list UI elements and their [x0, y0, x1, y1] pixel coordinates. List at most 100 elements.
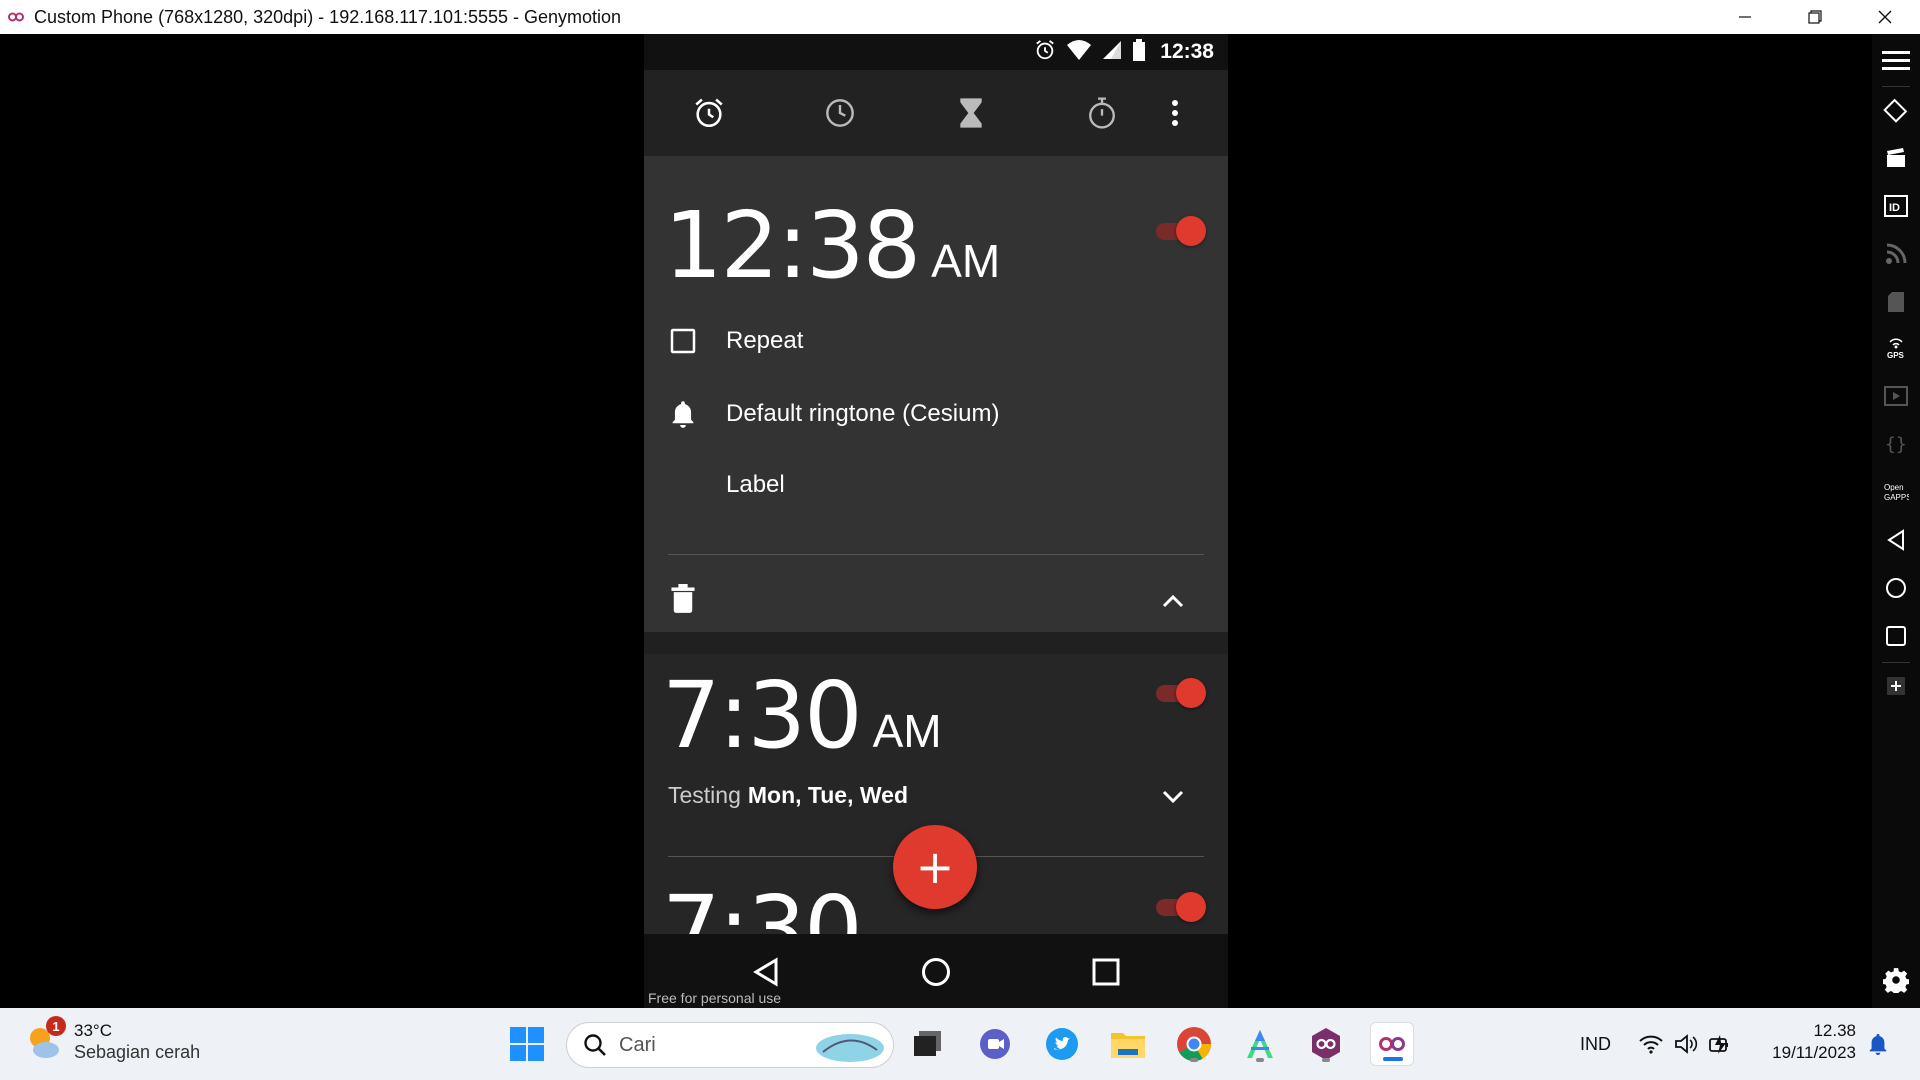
taskbar: 1 33°C Sebagian cerah Cari IND 12.38 19/…	[0, 1008, 1920, 1080]
expand-button[interactable]	[1158, 782, 1216, 812]
notifications-button[interactable]	[1858, 1022, 1898, 1066]
clock-time: 12.38	[1813, 1021, 1856, 1040]
chrome-button[interactable]	[1172, 1022, 1216, 1066]
alarm-toggle[interactable]	[1154, 216, 1206, 246]
alarm-toggle[interactable]	[1154, 892, 1206, 922]
repeat-checkbox[interactable]	[668, 326, 698, 356]
search-input[interactable]: Cari	[566, 1022, 894, 1068]
svg-text:GAPPS: GAPPS	[1884, 493, 1909, 502]
clock-tab[interactable]	[817, 90, 863, 136]
genymotion-sidebar: ID GPS {} Open GAPPS	[1872, 34, 1920, 1008]
back-icon	[1887, 529, 1904, 551]
running-indicator	[1322, 1058, 1330, 1062]
window-titlebar: Custom Phone (768x1280, 320dpi) - 192.16…	[0, 0, 1920, 34]
weather-temp: 33°C	[74, 1021, 112, 1040]
label-field: Label	[726, 471, 785, 498]
collapse-button[interactable]	[1158, 586, 1216, 616]
system-tray[interactable]	[1638, 1008, 1734, 1080]
back-button[interactable]	[1880, 524, 1912, 556]
more-options-button[interactable]	[1160, 90, 1190, 136]
settings-button[interactable]	[1880, 964, 1912, 996]
status-time: 12:38	[1160, 40, 1214, 63]
clock-toolbar	[644, 70, 1228, 156]
alarm-time[interactable]: 7:30 AM	[662, 670, 942, 762]
home-icon	[1886, 578, 1906, 598]
twitter-app-button[interactable]	[1040, 1022, 1084, 1066]
alarm-clock-icon	[695, 98, 723, 128]
nav-recents-button[interactable]	[1086, 952, 1126, 992]
alarm-toggle[interactable]	[1154, 678, 1206, 708]
genymotion-player-button[interactable]	[1370, 1022, 1414, 1066]
genymotion-logo-icon	[8, 9, 24, 25]
delete-button[interactable]	[668, 584, 726, 614]
battery-icon	[1132, 38, 1146, 66]
alarm-tab[interactable]	[686, 90, 732, 136]
toggle-thumb	[1176, 892, 1206, 922]
nav-home-button[interactable]	[916, 952, 956, 992]
sim-icon	[1888, 292, 1904, 312]
watermark: Free for personal use	[648, 990, 782, 1006]
svg-text:Open: Open	[1884, 483, 1904, 492]
running-indicator	[1256, 1058, 1264, 1062]
gps-button[interactable]: GPS	[1880, 332, 1912, 364]
alarm-summary-row[interactable]: Testing Mon, Tue, Wed	[668, 782, 908, 809]
status-bar: 12:38	[644, 34, 1228, 70]
restore-button[interactable]	[1780, 0, 1850, 34]
svg-text:{}: {}	[1885, 434, 1907, 455]
hamburger-icon	[1882, 51, 1910, 70]
open-gapps-button[interactable]: Open GAPPS	[1880, 476, 1912, 508]
gps-icon: GPS	[1887, 338, 1905, 360]
film-icon	[1884, 386, 1908, 406]
minimize-button[interactable]	[1710, 0, 1780, 34]
alarm-card-expanded[interactable]: 12:38 AM Repeat Default ringtone (Cesium)	[644, 156, 1228, 632]
alarm-time-value: 7:30	[662, 662, 863, 769]
meet-app-button[interactable]	[974, 1022, 1018, 1066]
stopwatch-icon	[1089, 97, 1115, 129]
alarm-label: Testing	[668, 782, 741, 808]
timer-tab[interactable]	[948, 90, 994, 136]
capture-button[interactable]	[1880, 142, 1912, 174]
input-language[interactable]: IND	[1580, 1034, 1611, 1055]
home-button[interactable]	[1880, 572, 1912, 604]
search-icon	[584, 1034, 606, 1056]
api-button[interactable]: {}	[1880, 428, 1912, 460]
notification-bell-icon	[1869, 1033, 1887, 1055]
signal-icon	[1102, 40, 1122, 65]
device-id-button[interactable]: ID	[1880, 190, 1912, 222]
weather-widget[interactable]: 1 33°C Sebagian cerah	[24, 1016, 200, 1064]
sim-button[interactable]	[1880, 286, 1912, 318]
start-button[interactable]	[505, 1022, 549, 1066]
battery-charging-icon	[1709, 1035, 1728, 1054]
rotate-icon	[1883, 98, 1908, 123]
recents-square-icon	[1092, 958, 1120, 986]
taskbar-clock[interactable]: 12.38 19/11/2023	[1752, 1020, 1856, 1064]
genymotion-manager-button[interactable]	[1304, 1022, 1348, 1066]
checkbox-icon	[670, 328, 696, 354]
twitter-icon	[1046, 1028, 1078, 1060]
gear-icon	[1883, 968, 1909, 993]
android-nav-bar: Free for personal use	[644, 934, 1228, 1008]
menu-button[interactable]	[1880, 44, 1912, 76]
stopwatch-tab[interactable]	[1079, 90, 1125, 136]
taskview-button[interactable]	[906, 1022, 950, 1066]
repeat-row[interactable]: Repeat	[668, 326, 803, 356]
ringtone-row[interactable]: Default ringtone (Cesium)	[668, 399, 999, 429]
android-studio-button[interactable]	[1238, 1022, 1282, 1066]
label-row[interactable]: Label	[726, 471, 785, 499]
android-studio-icon	[1247, 1030, 1273, 1058]
nav-back-button[interactable]	[746, 952, 786, 992]
add-widget-button[interactable]	[1880, 670, 1912, 702]
file-explorer-button[interactable]	[1106, 1022, 1150, 1066]
add-alarm-button[interactable]: +	[893, 825, 977, 909]
rotate-button[interactable]	[1880, 94, 1912, 126]
sidebar-separator	[1882, 662, 1910, 663]
wifi-icon	[1066, 39, 1092, 66]
back-triangle-icon	[753, 957, 778, 987]
ringtone-label: Default ringtone (Cesium)	[726, 400, 1000, 427]
media-button[interactable]	[1880, 380, 1912, 412]
clock-date: 19/11/2023	[1772, 1043, 1856, 1063]
alarm-time[interactable]: 12:38 AM	[664, 200, 1000, 292]
recents-button[interactable]	[1880, 620, 1912, 652]
close-button[interactable]	[1850, 0, 1920, 34]
network-button[interactable]	[1880, 238, 1912, 270]
